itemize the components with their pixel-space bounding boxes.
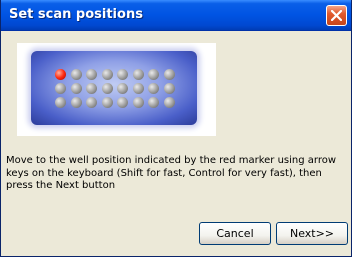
close-icon: [331, 10, 342, 21]
well: [101, 97, 113, 108]
well: [86, 69, 97, 80]
well: [86, 97, 97, 108]
well: [148, 69, 159, 80]
well: [55, 97, 66, 108]
well: [148, 83, 159, 94]
well: [163, 97, 175, 108]
red-marker-well: [55, 69, 66, 80]
close-button[interactable]: [326, 5, 347, 26]
dialog-window: Set scan positions Move to the well posi…: [0, 0, 352, 257]
well: [117, 69, 128, 80]
well: [132, 97, 144, 108]
well: [132, 69, 144, 80]
next-button[interactable]: Next>>: [276, 222, 348, 245]
well: [117, 97, 128, 108]
well: [70, 97, 82, 108]
well: [163, 83, 175, 94]
well-plate: [31, 51, 197, 125]
well: [163, 69, 175, 80]
well: [148, 97, 159, 108]
cancel-button[interactable]: Cancel: [199, 222, 271, 245]
well: [101, 83, 113, 94]
title-bar: Set scan positions: [1, 0, 351, 31]
well: [70, 69, 82, 80]
plate-preview-panel: [17, 43, 216, 136]
instructions-text: Move to the well position indicated by t…: [6, 155, 337, 191]
window-title: Set scan positions: [9, 7, 143, 22]
well: [132, 83, 144, 94]
well: [55, 83, 66, 94]
well: [70, 83, 82, 94]
well: [117, 83, 128, 94]
well: [101, 69, 113, 80]
well: [86, 83, 97, 94]
